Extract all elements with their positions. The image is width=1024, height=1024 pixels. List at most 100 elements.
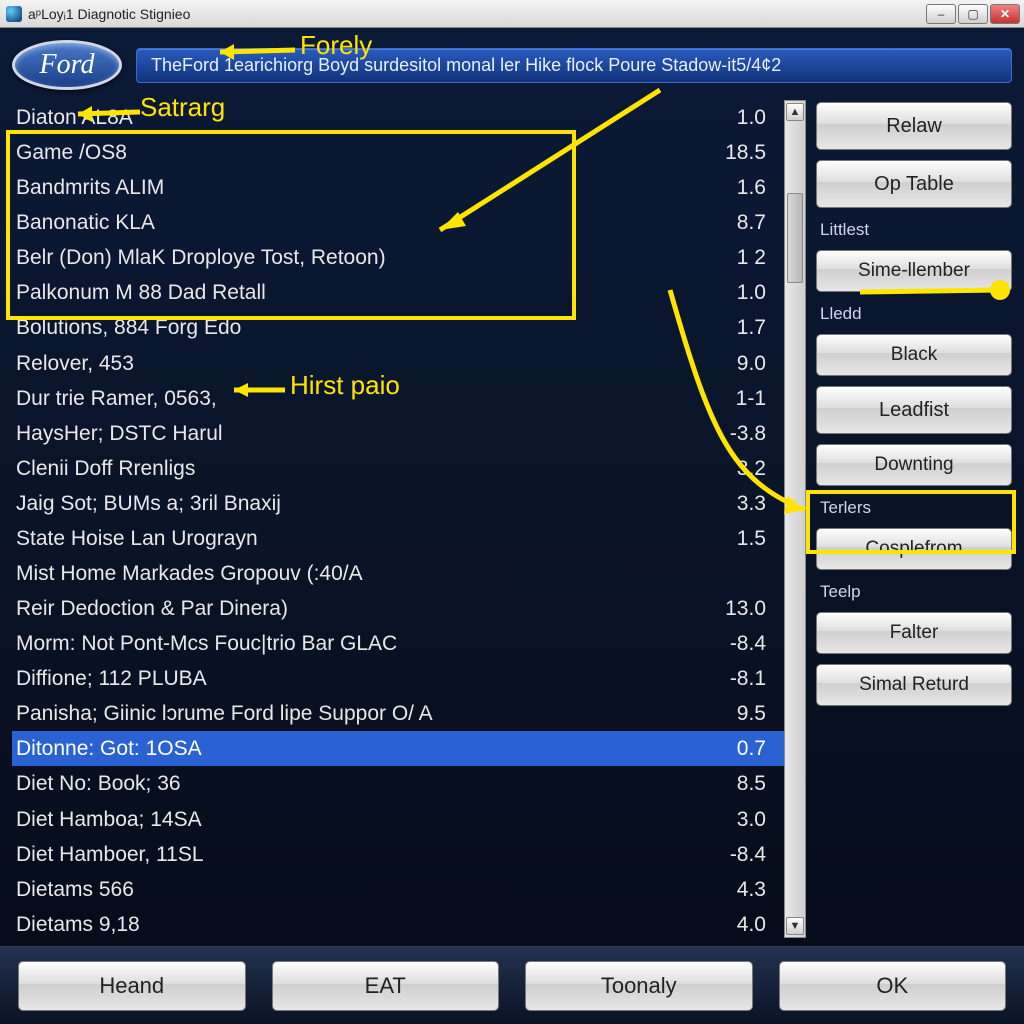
ok-button[interactable]: OK [779, 961, 1007, 1011]
list-row-label: State Hoise Lan Urograyn [16, 523, 258, 554]
list-row-label: Morm: Not Pont-Mcs Fouc|trio Bar GLAC [16, 628, 397, 659]
scroll-track[interactable] [785, 123, 805, 915]
sime-button[interactable]: Sime-llember [816, 250, 1012, 292]
list-row-value: 3.0 [700, 804, 770, 835]
list-row-value: -8.4 [700, 628, 770, 659]
list-row[interactable]: Bandmrits ALIM 1.6 [12, 170, 784, 205]
list-row-value: 1 2 [700, 242, 770, 273]
list-row[interactable]: Diaton AL8A1.0 [12, 100, 784, 135]
optable-button[interactable]: Op Table [816, 160, 1012, 208]
list-row[interactable]: Belr (Don) MlaK Droploye Tost, Retoon) 1 … [12, 240, 784, 275]
list-row-value: 1-1 [700, 383, 770, 414]
scroll-thumb[interactable] [787, 193, 803, 283]
list-row-value: 1.0 [700, 102, 770, 133]
relaw-button[interactable]: Relaw [816, 102, 1012, 150]
window-title: aᵖLoyᵢ1 Diagnotic Stignieo [28, 6, 190, 22]
close-button[interactable]: ✕ [990, 4, 1020, 24]
list-row[interactable]: Diet Hamboa; 14SA 3.0 [12, 802, 784, 837]
list-row[interactable]: Banonatic KLA 8.7 [12, 205, 784, 240]
list-row-value: 9.5 [700, 698, 770, 729]
group-label-lledd: Lledd [816, 304, 1012, 324]
app-icon [6, 6, 22, 22]
list-row-value: 8.5 [700, 768, 770, 799]
falter-button[interactable]: Falter [816, 612, 1012, 654]
list-row-value [700, 558, 770, 589]
list-row-label: Jaig Sot; BUMs a; 3ril Bnaxij [16, 488, 281, 519]
list-row-value: 1.5 [700, 523, 770, 554]
list-row-value: 3.3 [700, 488, 770, 519]
list-pane: Diaton AL8A1.0Game /OS818.5Bandmrits ALI… [12, 100, 806, 938]
list-row[interactable]: State Hoise Lan Urograyn 1.5 [12, 521, 784, 556]
scroll-up-button[interactable]: ▲ [786, 103, 804, 121]
downting-button[interactable]: Downting [816, 444, 1012, 486]
list-row-value: 1.6 [700, 172, 770, 203]
list-row-label: Diet Hamboa; 14SA [16, 804, 202, 835]
scroll-down-button[interactable]: ▼ [786, 917, 804, 935]
list-row-label: Bandmrits ALIM [16, 172, 164, 203]
list-row-value: -8.4 [700, 839, 770, 870]
subtitle-bar: TheFord 1earichiorg Boyd surdesitol mona… [136, 48, 1012, 83]
group-label-teelp: Teelp [816, 582, 1012, 602]
ford-logo-text: Ford [40, 49, 95, 81]
toonaly-button[interactable]: Toonaly [525, 961, 753, 1011]
vertical-scrollbar[interactable]: ▲ ▼ [784, 100, 806, 938]
brand-bar: Ford TheFord 1earichiorg Boyd surdesitol… [0, 28, 1024, 100]
list-row-label: Mist Home Markades Gropouv (:40/A [16, 558, 363, 589]
list-row[interactable]: Ditonne: Got: 1OSA 0.7 [12, 731, 784, 766]
bottom-bar: Heand EAT Toonaly OK [0, 946, 1024, 1024]
leadfist-button[interactable]: Leadfist [816, 386, 1012, 434]
list-row[interactable]: HaysHer; DSTC Harul -3.8 [12, 416, 784, 451]
list-row[interactable]: Diet No: Book; 368.5 [12, 766, 784, 801]
list-row-value: 4.3 [700, 874, 770, 905]
simalreturd-button[interactable]: Simal Returd [816, 664, 1012, 706]
black-button[interactable]: Black [816, 334, 1012, 376]
ford-logo: Ford [12, 40, 122, 90]
list-row[interactable]: Mist Home Markades Gropouv (:40/A [12, 556, 784, 591]
list-row-value: 13.0 [700, 593, 770, 624]
list-row-label: Bolutions, 884 Forg Edo [16, 312, 241, 343]
list-row[interactable]: Morm: Not Pont-Mcs Fouc|trio Bar GLAC -8.… [12, 626, 784, 661]
list-row-label: Belr (Don) MlaK Droploye Tost, Retoon) [16, 242, 386, 273]
list-row[interactable]: Jaig Sot; BUMs a; 3ril Bnaxij 3.3 [12, 486, 784, 521]
list-row-value: 8.7 [700, 207, 770, 238]
list-row-value: -3.8 [700, 418, 770, 449]
list-row[interactable]: Dietams 566 4.3 [12, 872, 784, 907]
list-row-label: Diet Hamboer, 11SL [16, 839, 204, 870]
list-row-label: Diffione; 112 PLUBA [16, 663, 207, 694]
list-row[interactable]: Bolutions, 884 Forg Edo1.7 [12, 310, 784, 345]
list-row-label: Dietams 9,18 [16, 909, 140, 938]
list-row-value: 4.0 [700, 909, 770, 938]
list-row[interactable]: Dur trie Ramer, 0563, 1-1 [12, 381, 784, 416]
list-row[interactable]: Game /OS818.5 [12, 135, 784, 170]
list-row[interactable]: Dietams 9,18 4.0 [12, 907, 784, 938]
data-listbox[interactable]: Diaton AL8A1.0Game /OS818.5Bandmrits ALI… [12, 100, 784, 938]
heand-button[interactable]: Heand [18, 961, 246, 1011]
minimize-button[interactable]: – [926, 4, 956, 24]
list-row-label: Clenii Doff Rrenligs [16, 453, 195, 484]
list-row-value: 0.7 [700, 733, 770, 764]
window-titlebar: aᵖLoyᵢ1 Diagnotic Stignieo – ▢ ✕ [0, 0, 1024, 28]
list-row-label: Dur trie Ramer, 0563, [16, 383, 217, 414]
list-row-label: Banonatic KLA [16, 207, 155, 238]
group-label-terlers: Terlers [816, 498, 1012, 518]
list-row-value: 1.0 [700, 277, 770, 308]
list-row-value: 9.0 [700, 348, 770, 379]
cosplefrom-button[interactable]: Cosplefrom [816, 528, 1012, 570]
list-row-value: 18.5 [700, 137, 770, 168]
list-row-label: Ditonne: Got: 1OSA [16, 733, 202, 764]
group-label-littlest: Littlest [816, 220, 1012, 240]
list-row[interactable]: Palkonum M 88 Dad Retall1.0 [12, 275, 784, 310]
list-row[interactable]: Reir Dedoction & Par Dinera)13.0 [12, 591, 784, 626]
list-row[interactable]: Relover, 453 9.0 [12, 346, 784, 381]
list-row-value: 3.2 [700, 453, 770, 484]
subtitle-text: TheFord 1earichiorg Boyd surdesitol mona… [151, 55, 781, 75]
eat-button[interactable]: EAT [272, 961, 500, 1011]
list-row[interactable]: Diffione; 112 PLUBA-8.1 [12, 661, 784, 696]
list-row-label: Relover, 453 [16, 348, 134, 379]
list-row[interactable]: Diet Hamboer, 11SL -8.4 [12, 837, 784, 872]
list-row-label: HaysHer; DSTC Harul [16, 418, 223, 449]
list-row[interactable]: Clenii Doff Rrenligs 3.2 [12, 451, 784, 486]
list-row-label: Dietams 566 [16, 874, 134, 905]
maximize-button[interactable]: ▢ [958, 4, 988, 24]
list-row[interactable]: Panisha; Giinic lɔrume Ford lipe Suppor … [12, 696, 784, 731]
